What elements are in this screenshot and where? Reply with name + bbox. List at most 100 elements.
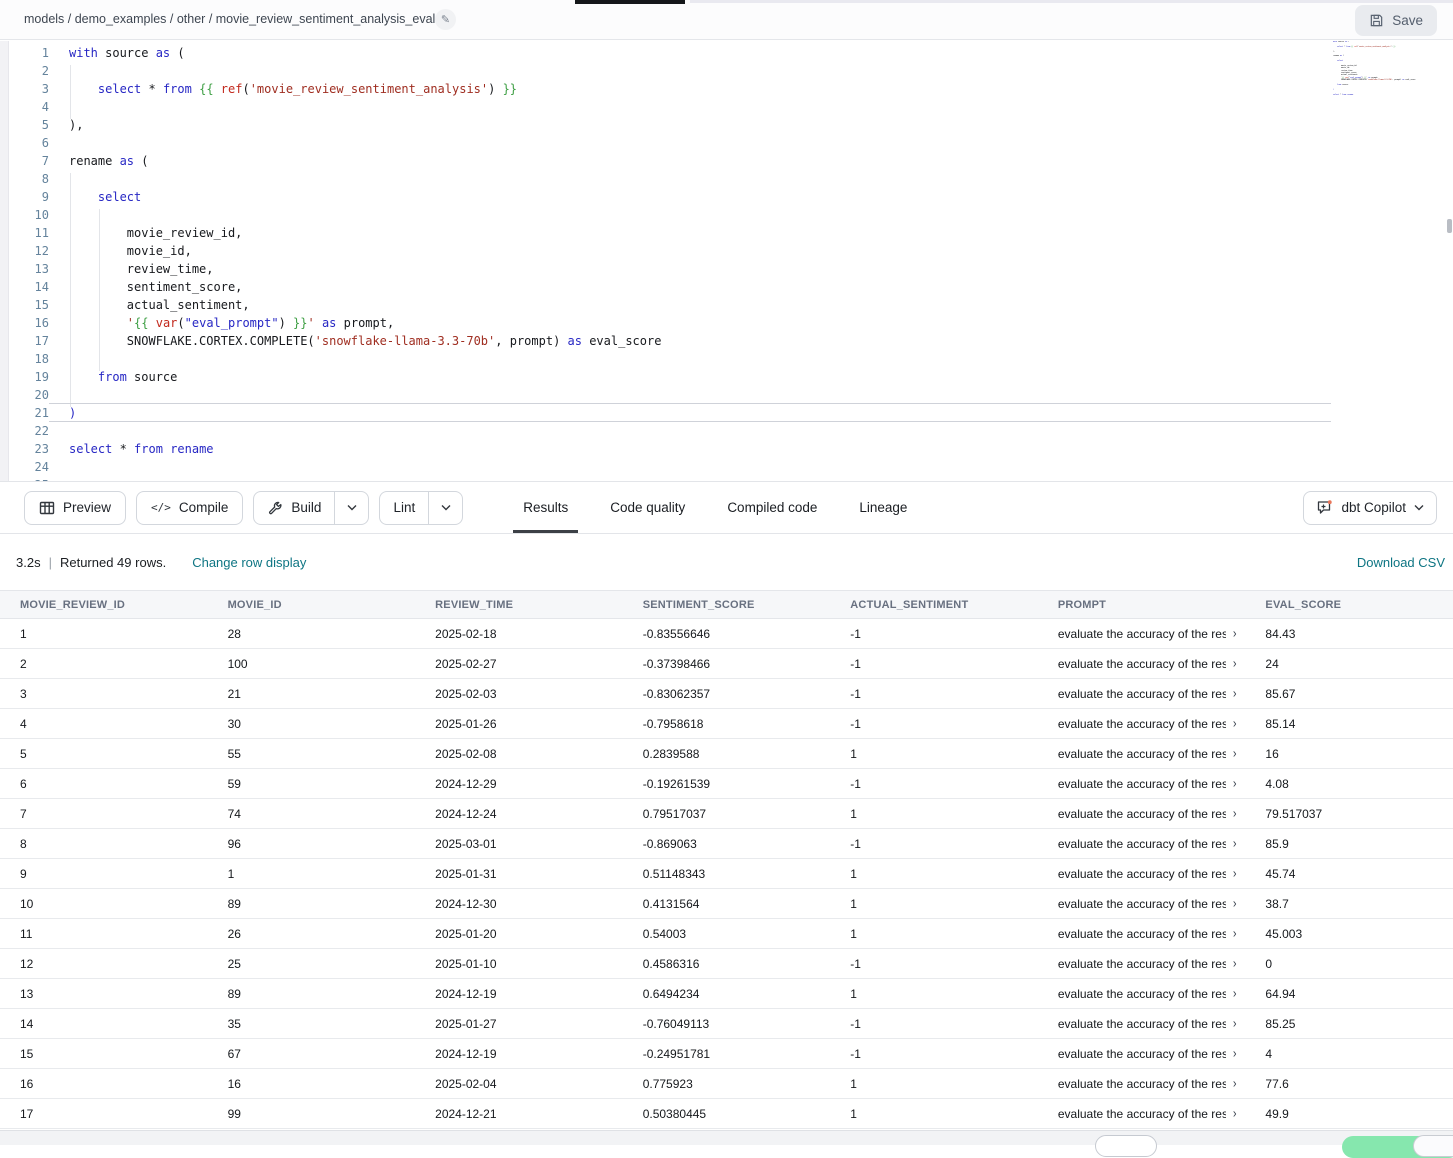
build-dropdown-chevron[interactable] [334, 492, 368, 524]
table-row: 5552025-02-080.28395881evaluate the accu… [0, 739, 1453, 769]
code-lines[interactable]: with source as ( select * from {{ ref('m… [49, 44, 1453, 481]
prompt-preview-text: evaluate the accuracy of the res... [1058, 1077, 1226, 1091]
line-number: 12 [9, 242, 49, 260]
table-cell: 4 [0, 717, 208, 731]
table-row: 13892024-12-190.64942341evaluate the acc… [0, 979, 1453, 1009]
prompt-expand-icon[interactable]: › [1233, 777, 1237, 791]
file-modified-icon: ✎ [435, 9, 456, 30]
table-cell: 16 [0, 1077, 208, 1091]
bottom-partial-button[interactable] [1413, 1135, 1453, 1157]
table-cell: 2025-01-20 [415, 927, 623, 941]
prompt-expand-icon[interactable]: › [1233, 807, 1237, 821]
save-button[interactable]: Save [1355, 5, 1437, 36]
prompt-expand-icon[interactable]: › [1233, 957, 1237, 971]
table-cell: 17 [0, 1107, 208, 1121]
results-info-row: 3.2s | Returned 49 rows. Change row disp… [0, 535, 1453, 590]
prompt-expand-icon[interactable]: › [1233, 687, 1237, 701]
prompt-expand-icon[interactable]: › [1233, 987, 1237, 1001]
tab-results[interactable]: Results [521, 482, 570, 533]
table-cell: 100 [208, 657, 416, 671]
line-number: 20 [9, 386, 49, 404]
preview-label: Preview [63, 500, 111, 515]
compile-label: Compile [179, 500, 229, 515]
tab-compiled-code[interactable]: Compiled code [725, 482, 819, 533]
breadcrumb[interactable]: models / demo_examples / other / movie_r… [24, 12, 455, 26]
line-number: 17 [9, 332, 49, 350]
line-number: 18 [9, 350, 49, 368]
table-cell: -0.869063 [623, 837, 831, 851]
column-header: REVIEW_TIME [415, 599, 623, 611]
prompt-cell: evaluate the accuracy of the res...› [1038, 987, 1246, 1001]
eval-score-cell: 85.67 [1245, 687, 1453, 701]
prompt-expand-icon[interactable]: › [1233, 867, 1237, 881]
code-line: ), [69, 116, 1453, 134]
download-csv-link[interactable]: Download CSV [1357, 555, 1445, 570]
code-line [69, 134, 1453, 152]
prompt-expand-icon[interactable]: › [1233, 1107, 1237, 1121]
table-cell: -1 [830, 1047, 1038, 1061]
code-line [69, 98, 1453, 116]
preview-button[interactable]: Preview [24, 491, 126, 525]
table-row: 11262025-01-200.540031evaluate the accur… [0, 919, 1453, 949]
table-row: 6592024-12-29-0.19261539-1evaluate the a… [0, 769, 1453, 799]
line-number: 15 [9, 296, 49, 314]
lint-button[interactable]: Lint [380, 492, 428, 524]
table-cell: 10 [0, 897, 208, 911]
table-cell: 35 [208, 1017, 416, 1031]
prompt-expand-icon[interactable]: › [1233, 747, 1237, 761]
table-row: 12252025-01-100.4586316-1evaluate the ac… [0, 949, 1453, 979]
table-cell: -0.7958618 [623, 717, 831, 731]
table-cell: 2025-03-01 [415, 837, 623, 851]
compile-button[interactable]: </> Compile [136, 491, 243, 525]
lint-label: Lint [393, 500, 415, 515]
table-cell: 0.775923 [623, 1077, 831, 1091]
table-cell: 2025-01-26 [415, 717, 623, 731]
table-cell: -1 [830, 1017, 1038, 1031]
tab-code-quality[interactable]: Code quality [608, 482, 687, 533]
code-line: select * from rename [69, 440, 1453, 458]
table-cell: -0.24951781 [623, 1047, 831, 1061]
dbt-copilot-button[interactable]: dbt Copilot [1303, 491, 1437, 525]
prompt-expand-icon[interactable]: › [1233, 837, 1237, 851]
prompt-expand-icon[interactable]: › [1233, 717, 1237, 731]
prompt-expand-icon[interactable]: › [1233, 927, 1237, 941]
change-row-display-link[interactable]: Change row display [192, 555, 306, 570]
table-cell: -1 [830, 717, 1038, 731]
line-number: 6 [9, 134, 49, 152]
editor-minimap[interactable]: with source as ( select * from {{ ref('m… [1333, 41, 1447, 99]
table-cell: -1 [830, 777, 1038, 791]
prompt-expand-icon[interactable]: › [1233, 1017, 1237, 1031]
sql-editor[interactable]: 1234567891011121314151617181920212223242… [0, 41, 1453, 481]
table-cell: 2 [0, 657, 208, 671]
table-row: 912025-01-310.511483431evaluate the accu… [0, 859, 1453, 889]
prompt-expand-icon[interactable]: › [1233, 657, 1237, 671]
table-cell: 21 [208, 687, 416, 701]
copilot-chevron-icon [1414, 504, 1424, 511]
table-cell: 14 [0, 1017, 208, 1031]
line-number: 14 [9, 278, 49, 296]
prompt-expand-icon[interactable]: › [1233, 627, 1237, 641]
table-cell: 11 [0, 927, 208, 941]
table-cell: 2025-01-27 [415, 1017, 623, 1031]
lint-dropdown-chevron[interactable] [428, 492, 462, 524]
editor-scrollbar[interactable] [1447, 219, 1452, 233]
tab-lineage[interactable]: Lineage [857, 482, 909, 533]
prompt-expand-icon[interactable]: › [1233, 1077, 1237, 1091]
bottom-partial-button[interactable] [1095, 1135, 1157, 1157]
table-row: 17992024-12-210.503804451evaluate the ac… [0, 1099, 1453, 1129]
code-line: movie_id, [69, 242, 1453, 260]
column-header: EVAL_SCORE [1245, 599, 1453, 611]
table-cell: 1 [830, 807, 1038, 821]
line-number: 24 [9, 458, 49, 476]
prompt-cell: evaluate the accuracy of the res...› [1038, 717, 1246, 731]
line-number: 2 [9, 62, 49, 80]
prompt-expand-icon[interactable]: › [1233, 1047, 1237, 1061]
returned-rows-text: Returned 49 rows. [60, 555, 166, 570]
table-cell: 7 [0, 807, 208, 821]
prompt-expand-icon[interactable]: › [1233, 897, 1237, 911]
prompt-preview-text: evaluate the accuracy of the res... [1058, 807, 1226, 821]
table-cell: 96 [208, 837, 416, 851]
table-cell: 25 [208, 957, 416, 971]
build-button[interactable]: Build [254, 492, 334, 524]
table-cell: 67 [208, 1047, 416, 1061]
